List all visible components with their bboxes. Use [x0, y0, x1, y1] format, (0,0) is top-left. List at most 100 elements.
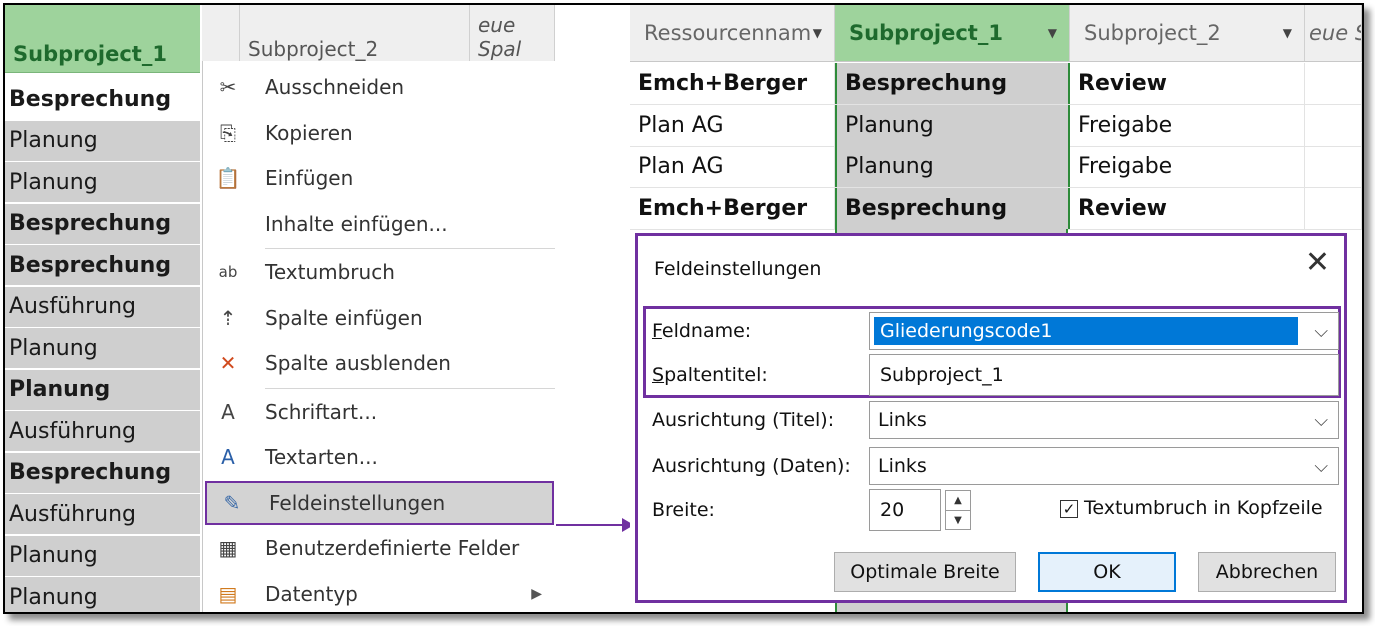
- table-cell[interactable]: Review: [1070, 63, 1305, 104]
- table-cell[interactable]: [1305, 63, 1362, 104]
- menu-item-feldeinstellungen[interactable]: ✎ Feldeinstellungen: [205, 480, 554, 525]
- menu-item-label: Ausschneiden: [265, 75, 405, 99]
- width-spinner[interactable]: ▲ ▼: [945, 490, 971, 530]
- table-row[interactable]: Besprechung: [5, 203, 200, 245]
- table-row[interactable]: Ausführung: [5, 494, 200, 535]
- menu-item-label: Kopieren: [265, 120, 353, 145]
- menu-item-spalte-ausblenden[interactable]: ✕ Spalte ausblenden: [203, 341, 556, 385]
- table-row[interactable]: Planung: [5, 535, 200, 577]
- header-dropdown-cell[interactable]: [202, 5, 240, 61]
- wrap-text-icon: ab: [218, 263, 238, 281]
- menu-item-label: Datentyp: [265, 581, 358, 606]
- close-icon[interactable]: ✕: [1305, 248, 1330, 278]
- menu-item-spalte-einfügen[interactable]: ⇡ Spalte einfügen: [203, 296, 556, 340]
- menu-item-label: Feldeinstellungen: [269, 490, 446, 515]
- table-cell[interactable]: Plan AG: [630, 146, 835, 187]
- chevron-down-icon[interactable]: ▼: [813, 26, 822, 40]
- table-cell[interactable]: Planung: [835, 146, 1070, 187]
- table-row[interactable]: Planung: [5, 328, 200, 369]
- menu-item-kopieren[interactable]: ⎘ Kopieren: [203, 111, 556, 155]
- chevron-down-icon[interactable]: ▼: [1283, 26, 1292, 40]
- grid-header-row: Ressourcennam ▼ Subproject_1 ▼ Subproject_…: [630, 5, 1362, 62]
- table-row[interactable]: Besprechung: [5, 245, 200, 286]
- header-label: eue Sp: [1309, 21, 1361, 45]
- chevron-down-icon[interactable]: ▼: [1048, 26, 1057, 40]
- column-header-new[interactable]: eue Spal: [470, 5, 555, 61]
- menu-item-label: Inhalte einfügen...: [265, 211, 448, 236]
- data-type-icon: ▤: [218, 581, 238, 606]
- table-row[interactable]: Planung: [5, 162, 200, 203]
- width-label: Breite:: [652, 499, 715, 521]
- cancel-button[interactable]: Abbrechen: [1198, 552, 1336, 592]
- header-label: Subproject_2: [248, 37, 379, 61]
- table-cell[interactable]: Besprechung: [835, 187, 1070, 229]
- column-header-subproject-1[interactable]: Subproject_1: [5, 5, 200, 73]
- column-header-subproject-2[interactable]: Subproject_2 ▼: [1070, 5, 1305, 61]
- copy-icon: ⎘: [220, 120, 236, 145]
- column-header-subproject-1-selected[interactable]: Subproject_1 ▼: [835, 5, 1070, 61]
- header-label: Subproject_1: [849, 21, 1003, 45]
- table-cell[interactable]: [1305, 187, 1362, 229]
- menu-item-label: Einfügen: [265, 166, 354, 190]
- table-cell[interactable]: [1305, 146, 1362, 187]
- insert-column-icon: ⇡: [219, 305, 237, 330]
- table-row[interactable]: Planung: [5, 120, 200, 162]
- menu-item-ausschneiden[interactable]: ✂ Ausschneiden: [203, 65, 556, 109]
- width-input[interactable]: 20: [869, 489, 941, 531]
- left-header-strip: Subproject_2 eue Spal: [202, 5, 555, 62]
- table-row[interactable]: Emch+Berger Besprechung Review: [630, 63, 1362, 105]
- table-cell[interactable]: Freigabe: [1070, 146, 1305, 187]
- menu-item-label: Textumbruch: [265, 260, 395, 284]
- chevron-down-icon[interactable]: ⌵: [1314, 410, 1328, 431]
- table-row[interactable]: Besprechung: [5, 79, 200, 120]
- menu-item-einfügen[interactable]: 📋 Einfügen: [203, 156, 556, 200]
- menu-item-benutzerdefinierte-felder[interactable]: ▦ Benutzerdefinierte Felder: [203, 526, 556, 570]
- table-cell[interactable]: [1305, 104, 1362, 146]
- table-row[interactable]: Plan AG Planung Freigabe: [630, 146, 1362, 188]
- menu-item-datentyp[interactable]: ▤ Datentyp ▶: [203, 572, 556, 613]
- table-cell[interactable]: Besprechung: [835, 63, 1070, 104]
- field-settings-icon: ✎: [223, 490, 241, 515]
- column-header-new[interactable]: eue Sp: [1305, 5, 1362, 61]
- screenshot-frame: Subproject_1 Besprechung Planung Planung Be…: [3, 3, 1364, 614]
- table-row[interactable]: Besprechung: [5, 452, 200, 494]
- left-column: Subproject_1 Besprechung Planung Planung Be…: [5, 5, 202, 612]
- font-icon: A: [221, 399, 235, 424]
- field-name-label: Feldname:: [652, 320, 752, 342]
- table-cell[interactable]: Plan AG: [630, 104, 835, 146]
- menu-item-schriftart[interactable]: A Schriftart...: [203, 390, 556, 434]
- table-row[interactable]: Emch+Berger Besprechung Review: [630, 187, 1362, 230]
- wrap-header-checkbox[interactable]: ✓: [1060, 500, 1078, 518]
- table-cell[interactable]: Review: [1070, 187, 1305, 229]
- align-title-combo[interactable]: Links ⌵: [869, 401, 1339, 439]
- align-data-combo[interactable]: Links ⌵: [869, 447, 1339, 485]
- align-data-value: Links: [878, 455, 927, 477]
- table-row[interactable]: Planung: [5, 369, 200, 411]
- menu-separator: [265, 387, 555, 389]
- table-row[interactable]: Planung: [5, 577, 200, 612]
- custom-fields-icon: ▦: [218, 536, 238, 560]
- spin-down-icon[interactable]: ▼: [946, 511, 970, 530]
- menu-item-textarten[interactable]: A Textarten...: [203, 435, 556, 479]
- field-name-combo[interactable]: Gliederungscode1 ⌵: [869, 312, 1339, 350]
- column-title-input[interactable]: Subproject_1: [869, 354, 1339, 396]
- ok-button[interactable]: OK: [1038, 552, 1176, 592]
- right-panel: Ressourcennam ▼ Subproject_1 ▼ Subproject_…: [630, 5, 1362, 612]
- menu-item-label: Textarten...: [265, 445, 378, 469]
- chevron-down-icon[interactable]: ⌵: [1314, 321, 1328, 342]
- table-row[interactable]: Plan AG Planung Freigabe: [630, 104, 1362, 147]
- table-cell[interactable]: Freigabe: [1070, 104, 1305, 146]
- menu-item-inhalte-einfügen[interactable]: Inhalte einfügen...: [203, 202, 556, 246]
- column-header-subproject-2[interactable]: Subproject_2: [240, 5, 470, 61]
- menu-item-textumbruch[interactable]: ab Textumbruch: [203, 250, 556, 294]
- wrap-header-label: Textumbruch in Kopfzeile: [1084, 497, 1323, 519]
- table-cell[interactable]: Emch+Berger: [630, 187, 835, 229]
- column-header-resource-name[interactable]: Ressourcennam ▼: [630, 5, 835, 61]
- optimal-width-button[interactable]: Optimale Breite: [834, 552, 1016, 592]
- table-cell[interactable]: Planung: [835, 104, 1070, 146]
- spin-up-icon[interactable]: ▲: [946, 491, 970, 511]
- table-row[interactable]: Ausführung: [5, 286, 200, 328]
- table-cell[interactable]: Emch+Berger: [630, 63, 835, 104]
- chevron-down-icon[interactable]: ⌵: [1314, 456, 1328, 477]
- table-row[interactable]: Ausführung: [5, 411, 200, 452]
